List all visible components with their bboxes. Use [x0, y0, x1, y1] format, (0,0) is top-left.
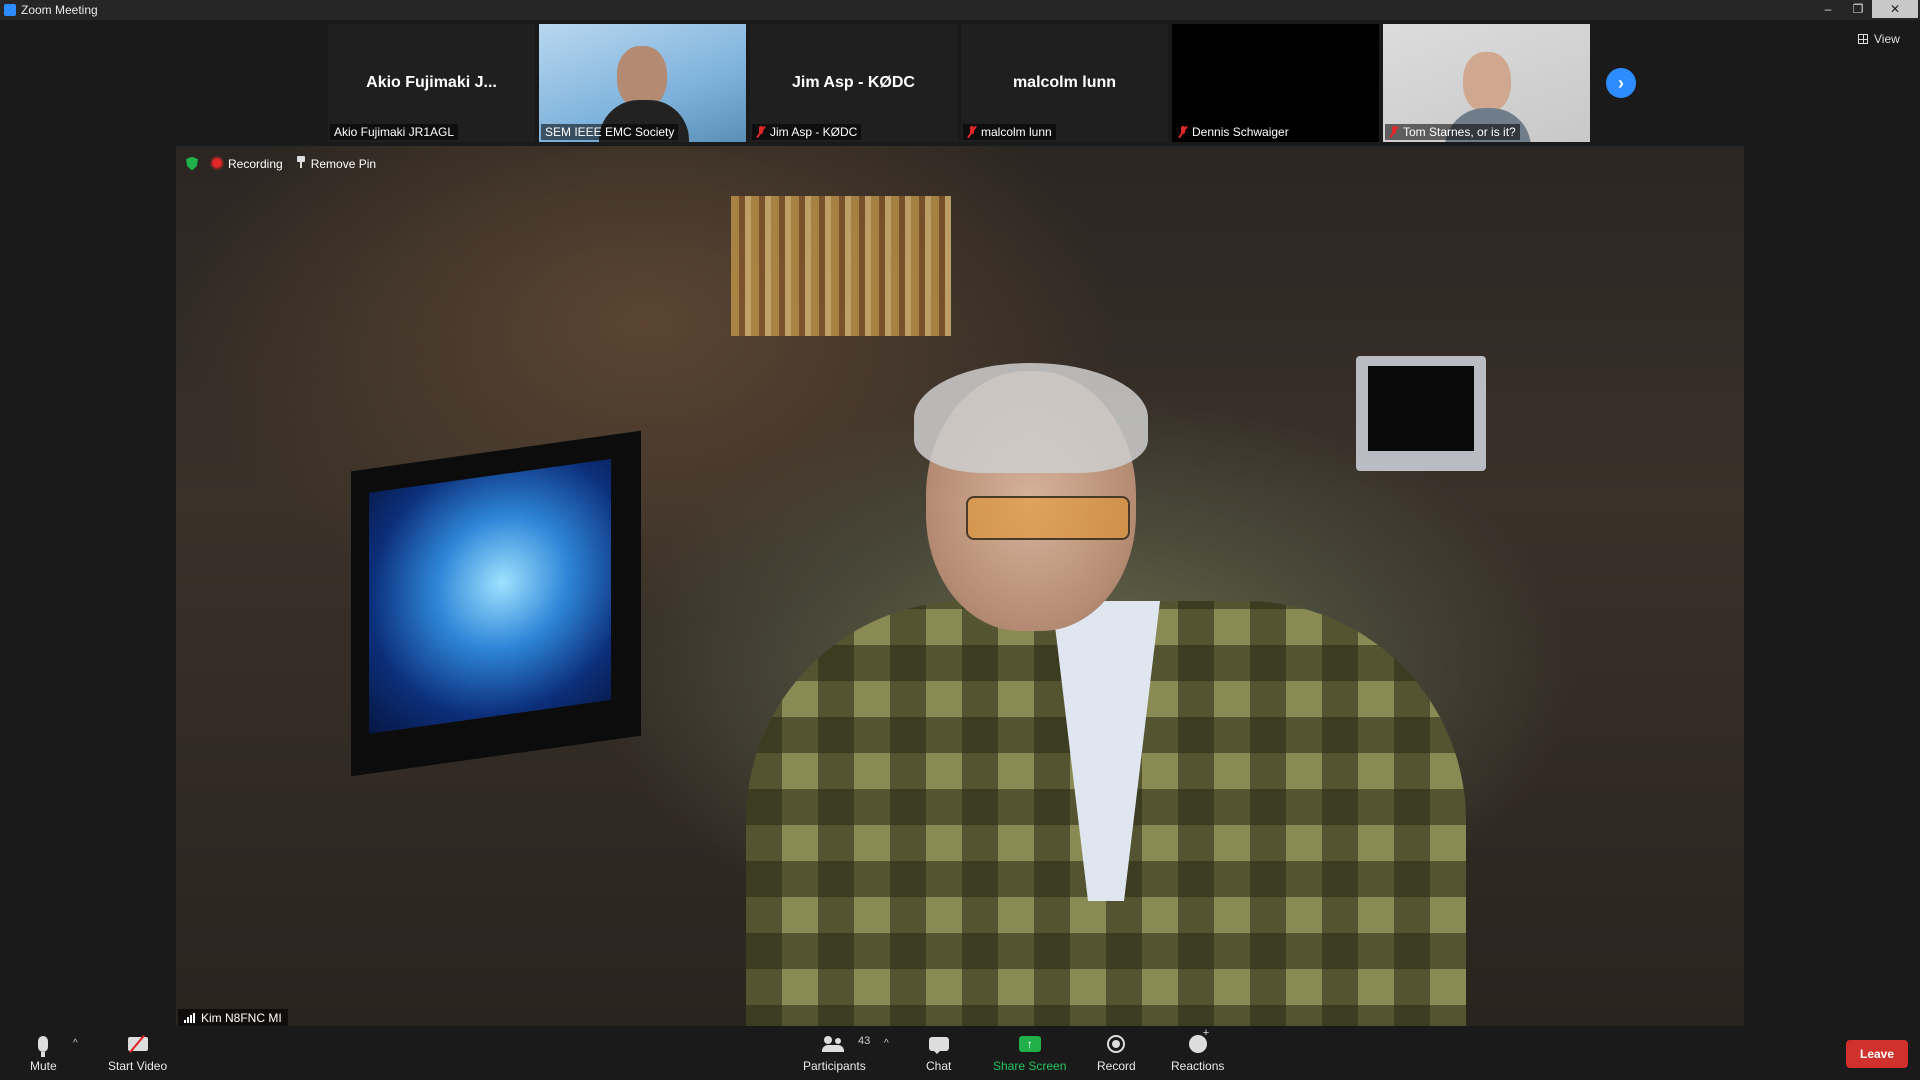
reactions-label: Reactions — [1171, 1059, 1225, 1073]
pin-icon — [296, 156, 305, 168]
mute-button[interactable]: Mute — [30, 1032, 57, 1073]
signal-strength-icon — [184, 1013, 195, 1023]
mute-label: Mute — [30, 1059, 57, 1073]
minimize-button[interactable]: – — [1812, 0, 1844, 18]
speaker-person — [746, 363, 1466, 1026]
participant-label-text: Tom Starnes, or is it? — [1403, 125, 1516, 139]
participant-label-text: Akio Fujimaki JR1AGL — [334, 125, 455, 139]
window-title: Zoom Meeting — [21, 3, 98, 17]
muted-mic-icon — [967, 126, 977, 138]
chat-button[interactable]: Chat — [926, 1032, 951, 1073]
microphone-icon — [38, 1036, 49, 1057]
video-overlay-controls: Recording Remove Pin — [186, 156, 376, 171]
participants-icon — [822, 1036, 846, 1052]
muted-mic-icon — [1389, 126, 1399, 138]
participant-thumbnail[interactable]: SEM IEEE EMC Society — [539, 24, 746, 142]
participant-display-name: malcolm lunn — [1012, 74, 1117, 91]
close-window-button[interactable]: ✕ — [1872, 0, 1918, 18]
chat-label: Chat — [926, 1059, 952, 1073]
participant-display-name: Akio Fujimaki J... — [366, 74, 497, 91]
participants-count: 43 — [858, 1035, 871, 1047]
remove-pin-label: Remove Pin — [310, 157, 377, 171]
participants-button[interactable]: Participants — [803, 1032, 866, 1073]
start-video-label: Start Video — [108, 1059, 168, 1073]
recording-indicator[interactable]: Recording — [212, 157, 283, 171]
participant-thumbnail[interactable]: Tom Starnes, or is it? — [1383, 24, 1590, 142]
participants-label: Participants — [803, 1059, 866, 1073]
next-page-button[interactable]: › — [1606, 68, 1636, 98]
audio-options-caret[interactable]: ^ — [73, 1038, 78, 1049]
participant-thumbnail[interactable]: malcolm lunn malcolm lunn — [961, 24, 1168, 142]
participant-thumbnail[interactable]: Akio Fujimaki J... Akio Fujimaki JR1AGL — [328, 24, 535, 142]
participant-label-text: SEM IEEE EMC Society — [545, 125, 675, 139]
zoom-app-icon — [4, 4, 16, 16]
recording-label: Recording — [228, 156, 283, 171]
participant-label-text: Jim Asp - KØDC — [770, 125, 858, 139]
speaker-name: Kim N8FNC MI — [201, 1011, 282, 1025]
view-button[interactable]: View — [1858, 32, 1900, 46]
leave-button[interactable]: Leave — [1846, 1040, 1908, 1068]
participant-label-text: malcolm lunn — [981, 125, 1052, 139]
remove-pin-button[interactable]: Remove Pin — [296, 156, 377, 171]
reactions-icon — [1188, 1027, 1209, 1053]
participant-thumbnail[interactable]: Jim Asp - KØDC Jim Asp - KØDC — [750, 24, 957, 142]
participant-label: Jim Asp - KØDC — [752, 124, 862, 140]
participant-label: malcolm lunn — [963, 124, 1056, 140]
speaker-name-tag: Kim N8FNC MI — [178, 1009, 288, 1027]
participants-options-caret[interactable]: ^ — [884, 1038, 889, 1049]
participant-label-text: Dennis Schwaiger — [1192, 125, 1289, 139]
bottom-toolbar: Mute ^ Start Video Participants 43 ^ Cha… — [0, 1026, 1920, 1080]
muted-mic-icon — [756, 126, 766, 138]
background-monitor — [351, 430, 641, 777]
recording-dot-icon — [212, 157, 222, 168]
share-screen-icon: ↑ — [1018, 1036, 1041, 1052]
participant-label: Akio Fujimaki JR1AGL — [330, 124, 459, 140]
video-off-icon — [127, 1037, 148, 1051]
participant-label: Dennis Schwaiger — [1174, 124, 1293, 140]
participant-label: Tom Starnes, or is it? — [1385, 124, 1520, 140]
muted-mic-icon — [1178, 126, 1188, 138]
participant-thumbnail[interactable]: Dennis Schwaiger — [1172, 24, 1379, 142]
title-bar: Zoom Meeting – ❐ ✕ — [0, 0, 1920, 20]
participant-display-name: Jim Asp - KØDC — [792, 74, 915, 91]
bookshelf-background — [731, 196, 951, 336]
reactions-button[interactable]: Reactions — [1171, 1027, 1225, 1073]
grid-view-icon — [1858, 34, 1868, 44]
maximize-button[interactable]: ❐ — [1842, 0, 1874, 18]
chat-icon — [928, 1037, 949, 1054]
share-screen-button[interactable]: ↑ Share Screen — [993, 1032, 1066, 1073]
participant-label: SEM IEEE EMC Society — [541, 124, 679, 140]
encryption-shield-icon[interactable] — [186, 156, 198, 171]
main-video — [176, 146, 1744, 1026]
record-label: Record — [1097, 1059, 1136, 1073]
speaker-glasses — [966, 496, 1130, 540]
participant-video-face — [617, 46, 667, 108]
record-icon — [1107, 1035, 1126, 1053]
view-button-label: View — [1874, 32, 1900, 46]
speaker-hair — [914, 363, 1148, 473]
participant-video-face — [1463, 52, 1511, 112]
start-video-button[interactable]: Start Video — [108, 1032, 167, 1073]
share-screen-label: Share Screen — [993, 1059, 1067, 1073]
record-button[interactable]: Record — [1097, 1032, 1136, 1073]
